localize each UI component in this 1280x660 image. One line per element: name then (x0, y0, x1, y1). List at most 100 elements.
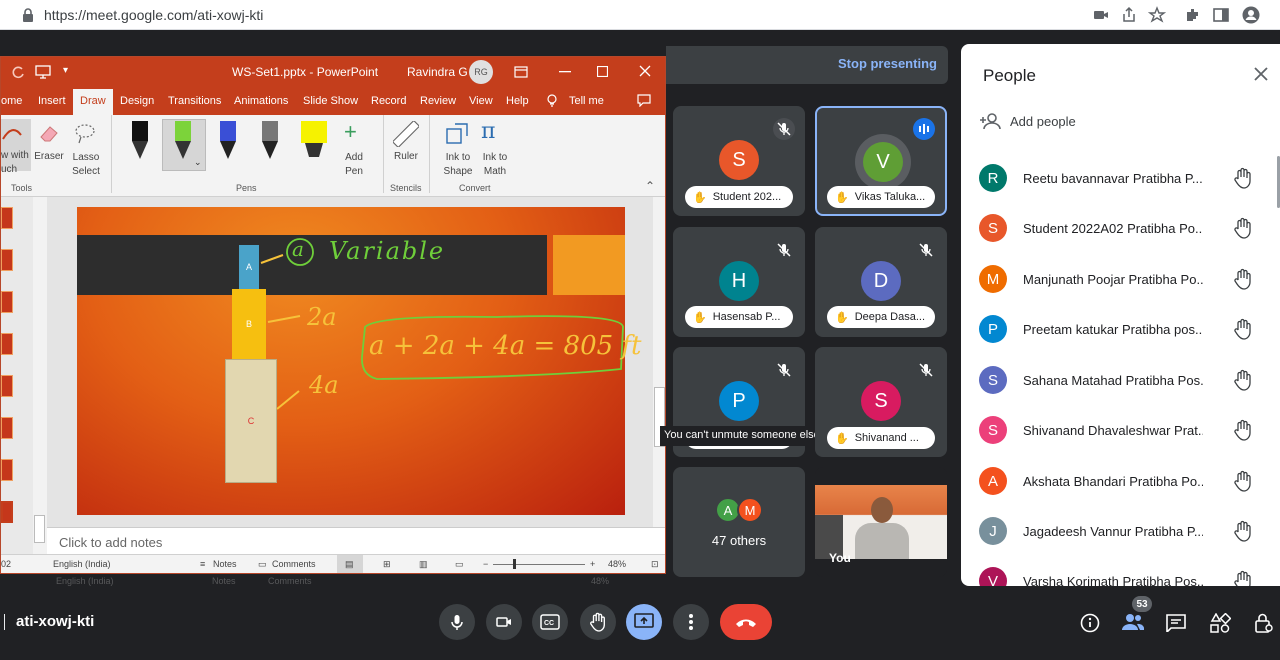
tab-view[interactable]: View (469, 95, 493, 107)
raised-hand-icon[interactable] (1233, 520, 1253, 542)
tab-draw[interactable]: Draw (80, 95, 106, 107)
slide-thumbnail[interactable] (1, 417, 13, 439)
notes-placeholder[interactable]: Click to add notes (59, 535, 162, 550)
notes-pane[interactable]: Click to add notes (47, 527, 665, 555)
close-icon[interactable] (1253, 66, 1269, 82)
notes-toggle-button[interactable]: Notes (213, 559, 237, 569)
notes-toggle-icon[interactable]: ≡ (200, 559, 205, 569)
url-text[interactable]: https://meet.google.com/ati-xowj-kti (44, 7, 263, 23)
more-options-button[interactable] (673, 604, 709, 640)
lock-icon[interactable] (22, 8, 34, 22)
tab-slide-show[interactable]: Slide Show (303, 95, 358, 107)
profile-avatar-icon[interactable] (1242, 6, 1260, 24)
present-button-active[interactable] (626, 604, 662, 640)
collapse-ribbon-icon[interactable]: ⌃ (645, 179, 655, 193)
extensions-icon[interactable] (1184, 6, 1202, 24)
slide-thumbnail[interactable] (1, 291, 13, 313)
slide-sorter-icon[interactable]: ⊞ (383, 559, 391, 570)
participant-row[interactable]: R Reetu bavannavar Pratibha P... (961, 153, 1280, 203)
people-icon[interactable] (1122, 613, 1144, 631)
stop-presenting-button[interactable]: Stop presenting (838, 56, 937, 71)
tab-transitions[interactable]: Transitions (168, 95, 221, 107)
zoom-out-button[interactable]: − (483, 559, 488, 569)
participant-row[interactable]: A Akshata Bhandari Pratibha Po... (961, 456, 1280, 506)
add-pen-label[interactable]: Add Pen (337, 151, 371, 179)
tab-help[interactable]: Help (506, 95, 529, 107)
slide-thumbnail[interactable] (1, 333, 13, 355)
tell-me-search[interactable]: Tell me (569, 95, 604, 107)
participant-row[interactable]: S Shivanand Dhavaleshwar Prat... (961, 405, 1280, 455)
fit-slide-icon[interactable]: ⊡ (651, 559, 659, 570)
tab-animations[interactable]: Animations (234, 95, 288, 107)
qat-dropdown-icon[interactable]: ▾ (63, 65, 68, 76)
slide-scrollbar[interactable] (653, 197, 665, 527)
tab-insert[interactable]: Insert (38, 95, 66, 107)
tab-review[interactable]: Review (420, 95, 456, 107)
maximize-icon[interactable] (597, 66, 608, 77)
share-icon[interactable] (1120, 6, 1138, 24)
slideshow-icon[interactable]: ▭ (455, 559, 464, 570)
mic-button[interactable] (439, 604, 475, 640)
raised-hand-icon[interactable] (1233, 217, 1253, 239)
raised-hand-icon[interactable] (1233, 318, 1253, 340)
participant-row[interactable]: S Sahana Matahad Pratibha Pos... (961, 355, 1280, 405)
slide-thumbnail[interactable] (1, 459, 13, 481)
reading-view-icon[interactable]: ▥ (419, 559, 428, 570)
host-controls-lock-icon[interactable] (1254, 612, 1274, 634)
present-from-start-icon[interactable] (35, 65, 51, 79)
redo-icon[interactable] (11, 65, 25, 79)
comments-toggle-button[interactable]: Comments (272, 559, 316, 569)
slide-thumbnail[interactable] (1, 249, 13, 271)
participant-tile-speaking[interactable]: V ✋ Vikas Taluka... (815, 106, 947, 216)
ppt-user-avatar[interactable]: RG (469, 60, 493, 84)
thumbnail-scroll-thumb[interactable] (34, 515, 45, 543)
participant-tile[interactable]: D ✋ Deepa Dasa... (815, 227, 947, 337)
ruler-icon[interactable] (393, 121, 419, 147)
camera-button[interactable] (486, 604, 522, 640)
bookmark-star-icon[interactable] (1148, 6, 1166, 24)
thumbnail-scrollbar[interactable] (33, 197, 47, 554)
zoom-level[interactable]: 48% (608, 559, 626, 569)
ink-to-shape-icon[interactable] (445, 121, 471, 147)
ink-to-math-icon[interactable]: π (481, 119, 495, 144)
eraser-icon[interactable] (37, 121, 61, 145)
lasso-icon[interactable] (73, 121, 97, 145)
raise-hand-button[interactable] (580, 604, 616, 640)
add-people-button[interactable]: Add people (1010, 114, 1076, 129)
slide-thumbnail[interactable] (1, 207, 13, 229)
pen-black-icon[interactable] (129, 121, 151, 165)
participant-row[interactable]: V Varsha Korimath Pratibha Pos... (961, 556, 1280, 586)
zoom-in-button[interactable]: + (590, 559, 595, 569)
raised-hand-icon[interactable] (1233, 570, 1253, 586)
highlighter-yellow-icon[interactable] (299, 121, 329, 165)
add-pen-icon[interactable]: + (344, 119, 357, 145)
raised-hand-icon[interactable] (1233, 419, 1253, 441)
participant-row[interactable]: P Preetam katukar Pratibha pos... (961, 304, 1280, 354)
participant-tile[interactable]: S ✋ Student 202... (673, 106, 805, 216)
tab-record[interactable]: Record (371, 95, 406, 107)
comments-toggle-icon[interactable]: ▭ (258, 559, 267, 570)
participant-row[interactable]: J Jagadeesh Vannur Pratibha P... (961, 506, 1280, 556)
tab-home[interactable]: ome (1, 95, 22, 107)
slide-thumbnail[interactable] (1, 375, 13, 397)
camera-icon[interactable] (1092, 6, 1110, 24)
slide-canvas[interactable]: A B C a Variable 2a 4a a + 2a + 4a = 805… (77, 207, 642, 515)
slide-thumbnail-selected[interactable] (1, 501, 13, 523)
pen-galaxy-icon[interactable] (217, 121, 239, 165)
meeting-details-icon[interactable] (1080, 613, 1100, 633)
self-tile[interactable]: You (815, 467, 947, 577)
close-icon[interactable] (639, 65, 651, 77)
ribbon-display-options-icon[interactable] (514, 65, 528, 79)
activities-icon[interactable] (1209, 613, 1231, 633)
comments-icon[interactable] (637, 94, 651, 107)
raised-hand-icon[interactable] (1233, 369, 1253, 391)
participant-row[interactable]: M Manjunath Poojar Pratibha Po... (961, 254, 1280, 304)
raised-hand-icon[interactable] (1233, 268, 1253, 290)
participant-tile[interactable]: H ✋ Hasensab P... (673, 227, 805, 337)
others-tile[interactable]: A M 47 others (673, 467, 805, 577)
minimize-icon[interactable] (559, 71, 571, 73)
pen-green-icon[interactable] (172, 121, 194, 165)
participant-row[interactable]: S Student 2022A02 Pratibha Po... (961, 203, 1280, 253)
chat-icon[interactable] (1166, 614, 1186, 632)
captions-button[interactable]: CC (532, 604, 568, 640)
